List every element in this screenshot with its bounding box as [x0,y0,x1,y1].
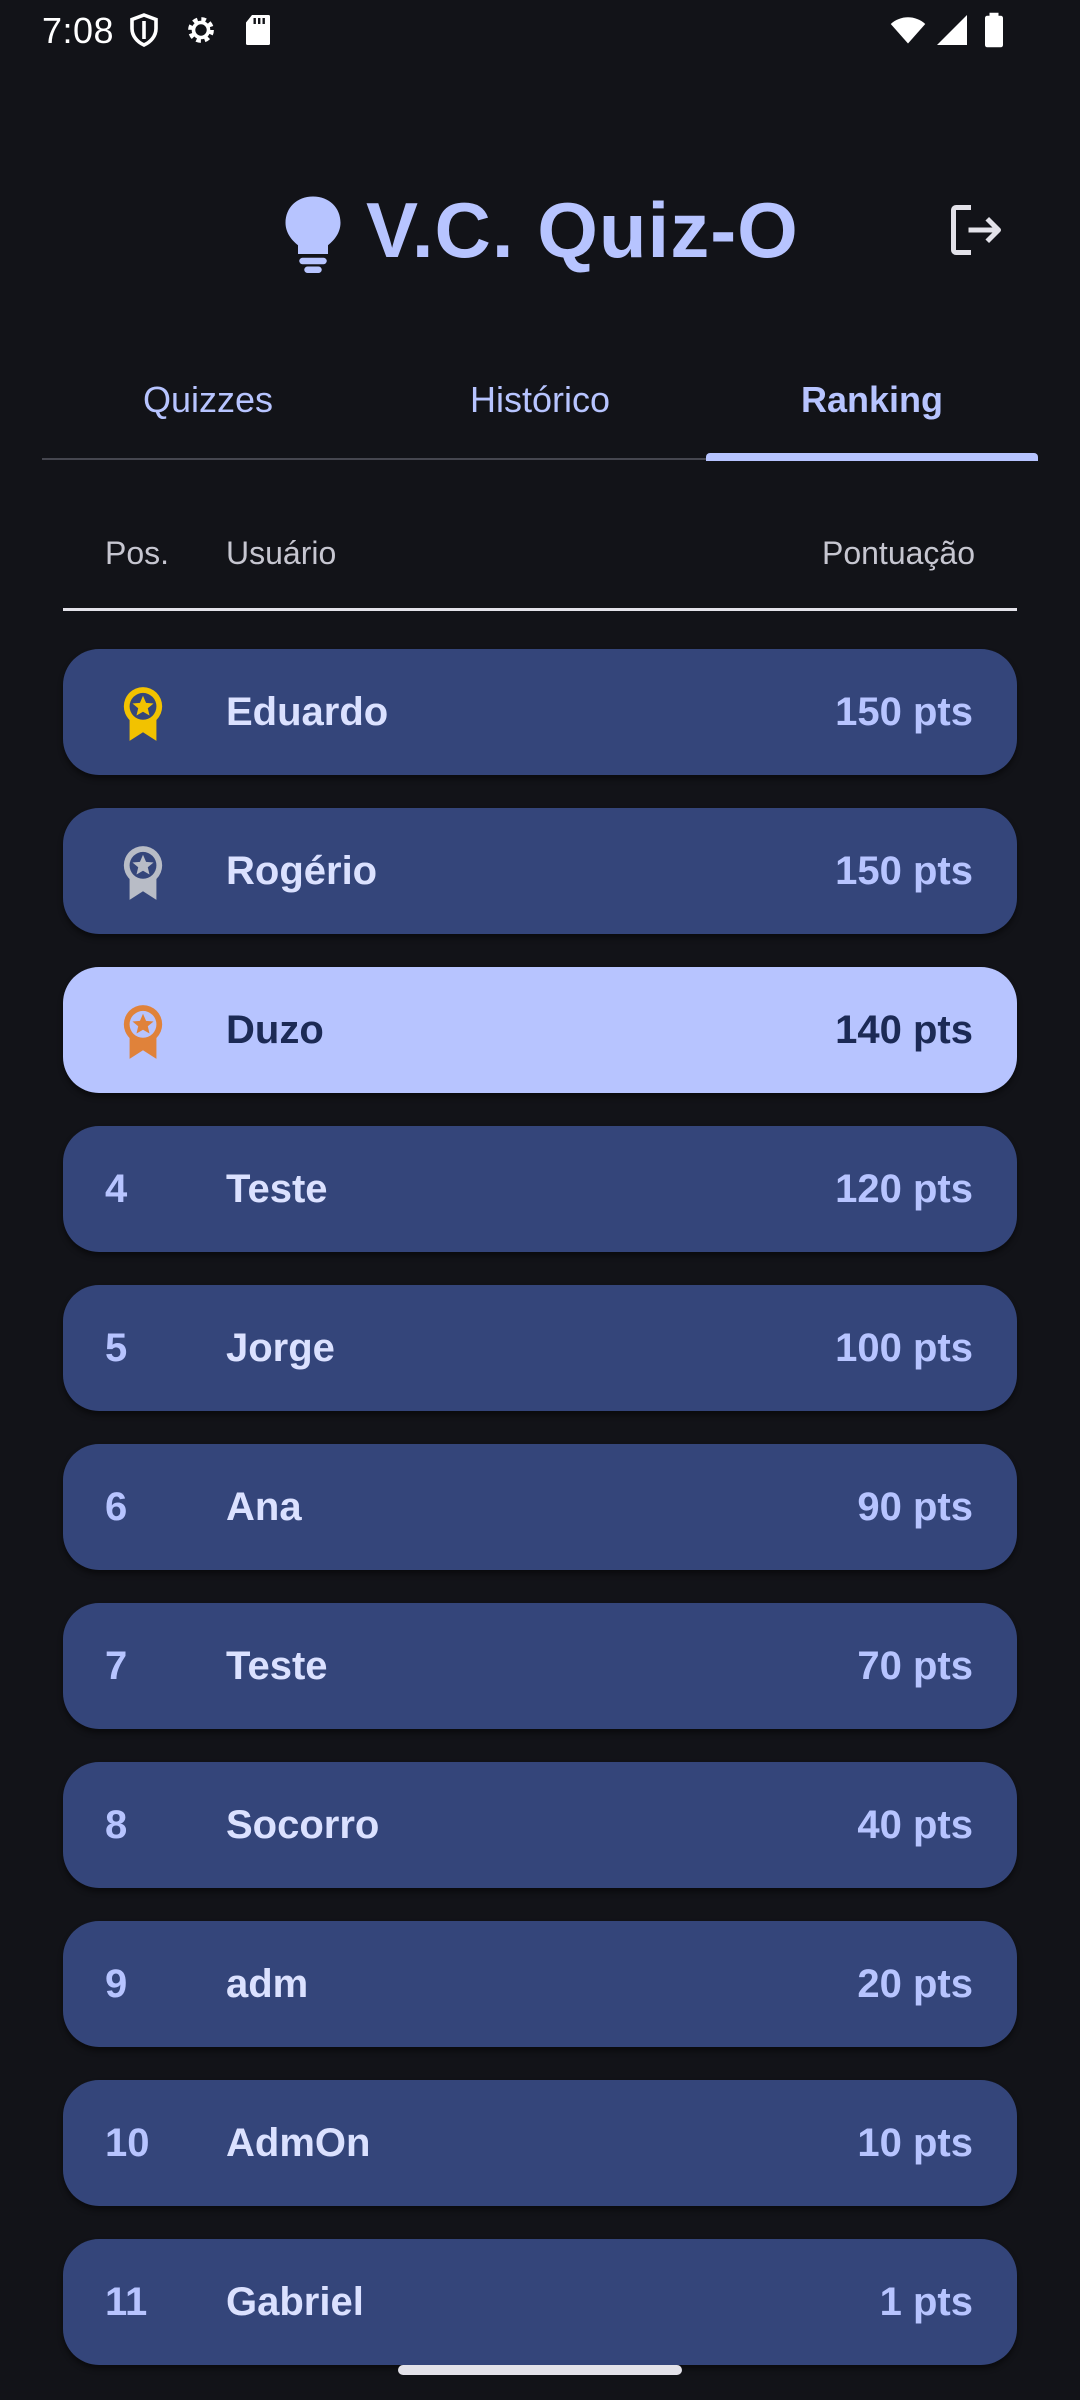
app-title: V.C. Quiz-O [366,186,799,274]
user-score: 90 pts [857,1485,973,1529]
header-divider [63,608,1017,611]
ranking-row[interactable]: 6 Ana 90 pts [63,1444,1017,1570]
user-score: 40 pts [857,1803,973,1847]
tab-historico[interactable]: Histórico [374,360,706,460]
user-score: 150 pts [835,690,973,734]
ranking-row-current-user[interactable]: Duzo 140 pts [63,967,1017,1093]
ranking-row[interactable]: 9 adm 20 pts [63,1921,1017,2047]
signal-icon [937,15,967,45]
column-header-user: Usuário [226,535,337,571]
user-score: 1 pts [879,2280,973,2324]
position-number: 5 [105,1326,128,1370]
user-score: 140 pts [835,1008,973,1052]
user-score: 70 pts [857,1644,973,1688]
bronze-medal-icon [123,1005,163,1059]
column-header-pos: Pos. [105,535,170,571]
position-number: 11 [105,2280,148,2324]
user-name: Eduardo [226,690,389,734]
battery-icon [985,12,1003,48]
user-name: adm [226,1962,309,2006]
tab-quizzes[interactable]: Quizzes [42,360,374,460]
position-number: 8 [105,1803,128,1847]
user-name: Gabriel [226,2280,364,2324]
silver-medal-icon [123,846,163,900]
user-name: AdmOn [226,2121,371,2165]
user-name: Jorge [226,1326,335,1370]
user-score: 150 pts [835,849,973,893]
tab-ranking[interactable]: Ranking [706,360,1038,460]
ranking-row[interactable]: 10 AdmOn 10 pts [63,2080,1017,2206]
home-indicator[interactable] [398,2365,682,2375]
user-name: Socorro [226,1803,380,1847]
position-number: 7 [105,1644,128,1688]
status-time: 7:08 [42,10,115,51]
user-name: Teste [226,1644,328,1688]
shield-icon [130,13,158,47]
gold-medal-icon [123,687,163,741]
position-number: 4 [105,1167,128,1211]
tab-bar: Quizzes Histórico Ranking [42,360,1038,460]
ranking-row[interactable]: Eduardo 150 pts [63,649,1017,775]
user-name: Duzo [226,1008,324,1052]
user-name: Rogério [226,849,378,893]
ranking-table-header: Pos. Usuário Pontuação [63,535,1017,595]
position-number: 9 [105,1962,128,2006]
logout-icon[interactable] [946,200,1006,260]
ranking-row[interactable]: 7 Teste 70 pts [63,1603,1017,1729]
user-score: 10 pts [857,2121,973,2165]
user-name: Ana [226,1485,302,1529]
status-bar: 7:08 [0,0,1080,64]
app-header: V.C. Quiz-O [0,180,1080,280]
user-score: 120 pts [835,1167,973,1211]
position-number: 6 [105,1485,128,1529]
column-header-score: Pontuação [821,535,975,571]
gear-icon [188,17,214,43]
ranking-row[interactable]: 5 Jorge 100 pts [63,1285,1017,1411]
tab-active-indicator [706,453,1038,461]
user-score: 20 pts [857,1962,973,2006]
ranking-row[interactable]: Rogério 150 pts [63,808,1017,934]
user-score: 100 pts [835,1326,973,1370]
user-name: Teste [226,1167,328,1211]
wifi-icon [890,17,926,44]
position-number: 10 [105,2121,150,2165]
ranking-row[interactable]: 8 Socorro 40 pts [63,1762,1017,1888]
ranking-row[interactable]: 11 Gabriel 1 pts [63,2239,1017,2365]
ranking-row[interactable]: 4 Teste 120 pts [63,1126,1017,1252]
lightbulb-icon [285,196,341,273]
sd-card-icon [246,15,270,45]
